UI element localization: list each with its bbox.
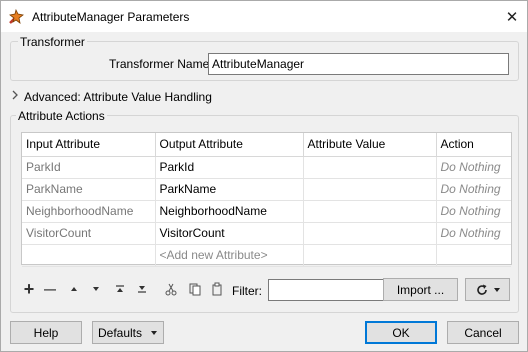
table-row[interactable]: NeighborhoodName NeighborhoodName Do Not… <box>22 200 511 223</box>
cancel-button[interactable]: Cancel <box>447 321 519 344</box>
table-header-row: Input Attribute Output Attribute Attribu… <box>22 133 511 157</box>
window-title: AttributeManager Parameters <box>32 10 190 24</box>
filter-input[interactable] <box>268 279 397 301</box>
column-header-input[interactable]: Input Attribute <box>22 133 156 157</box>
dropdown-arrow-icon <box>494 287 500 292</box>
transformer-name-input[interactable]: AttributeManager <box>208 53 509 75</box>
table-row[interactable]: ParkId ParkId Do Nothing <box>22 156 511 179</box>
input-attribute-cell: VisitorCount <box>22 222 156 245</box>
close-icon: ✕ <box>505 8 519 26</box>
chevron-right-icon[interactable] <box>10 90 20 100</box>
action-cell[interactable]: Do Nothing <box>436 156 511 179</box>
advanced-section-toggle[interactable]: Advanced: Attribute Value Handling <box>24 90 212 104</box>
transformer-name-label: Transformer Name: <box>109 57 213 71</box>
column-header-output[interactable]: Output Attribute <box>155 133 304 157</box>
attribute-value-cell[interactable] <box>303 200 437 223</box>
title-bar: AttributeManager Parameters ✕ <box>1 1 527 32</box>
add-attribute-row[interactable]: <Add new Attribute> <box>22 244 511 267</box>
move-up-icon[interactable] <box>66 281 82 297</box>
attribute-table: Input Attribute Output Attribute Attribu… <box>21 132 512 267</box>
attribute-value-cell[interactable] <box>303 156 437 179</box>
filter-label: Filter: <box>232 284 262 298</box>
paste-icon[interactable] <box>209 281 225 297</box>
empty-value-cell <box>303 244 437 267</box>
empty-input-cell <box>22 244 156 267</box>
table-row[interactable]: VisitorCount VisitorCount Do Nothing <box>22 222 511 245</box>
add-new-attribute-cell[interactable]: <Add new Attribute> <box>155 244 304 267</box>
output-attribute-cell[interactable]: NeighborhoodName <box>155 200 304 223</box>
defaults-label: Defaults <box>97 325 143 340</box>
copy-icon[interactable] <box>187 281 203 297</box>
import-button[interactable]: Import ... <box>383 278 458 301</box>
move-down-icon[interactable] <box>88 281 104 297</box>
dialog-window: AttributeManager Parameters ✕ Transforme… <box>0 0 528 352</box>
input-attribute-cell: NeighborhoodName <box>22 200 156 223</box>
empty-action-cell <box>436 244 511 267</box>
fme-transformer-icon <box>9 8 24 24</box>
attribute-actions-label: Attribute Actions <box>16 109 107 123</box>
action-cell[interactable]: Do Nothing <box>436 222 511 245</box>
action-cell[interactable]: Do Nothing <box>436 200 511 223</box>
output-attribute-cell[interactable]: ParkName <box>155 178 304 201</box>
move-top-icon[interactable] <box>112 281 128 297</box>
add-icon[interactable]: + <box>21 279 37 299</box>
output-attribute-cell[interactable]: ParkId <box>155 156 304 179</box>
attribute-toolbar: + — Filter: Import ... <box>21 277 512 303</box>
input-attribute-cell: ParkName <box>22 178 156 201</box>
dropdown-arrow-icon <box>151 330 158 335</box>
column-header-value[interactable]: Attribute Value <box>303 133 437 157</box>
attribute-value-cell[interactable] <box>303 222 437 245</box>
attribute-value-cell[interactable] <box>303 178 437 201</box>
ok-button[interactable]: OK <box>365 321 437 344</box>
column-header-action[interactable]: Action <box>436 133 511 157</box>
transformer-section-label: Transformer <box>18 35 87 49</box>
action-cell[interactable]: Do Nothing <box>436 178 511 201</box>
help-button[interactable]: Help <box>10 321 82 344</box>
refresh-dropdown-button[interactable] <box>465 278 510 301</box>
remove-icon[interactable]: — <box>42 281 58 297</box>
refresh-icon <box>477 284 487 295</box>
cut-icon[interactable] <box>163 281 179 297</box>
defaults-button[interactable]: Defaults <box>92 321 164 344</box>
output-attribute-cell[interactable]: VisitorCount <box>155 222 304 245</box>
input-attribute-cell: ParkId <box>22 156 156 179</box>
close-button[interactable]: ✕ <box>497 1 527 32</box>
move-bottom-icon[interactable] <box>134 281 150 297</box>
table-row[interactable]: ParkName ParkName Do Nothing <box>22 178 511 201</box>
